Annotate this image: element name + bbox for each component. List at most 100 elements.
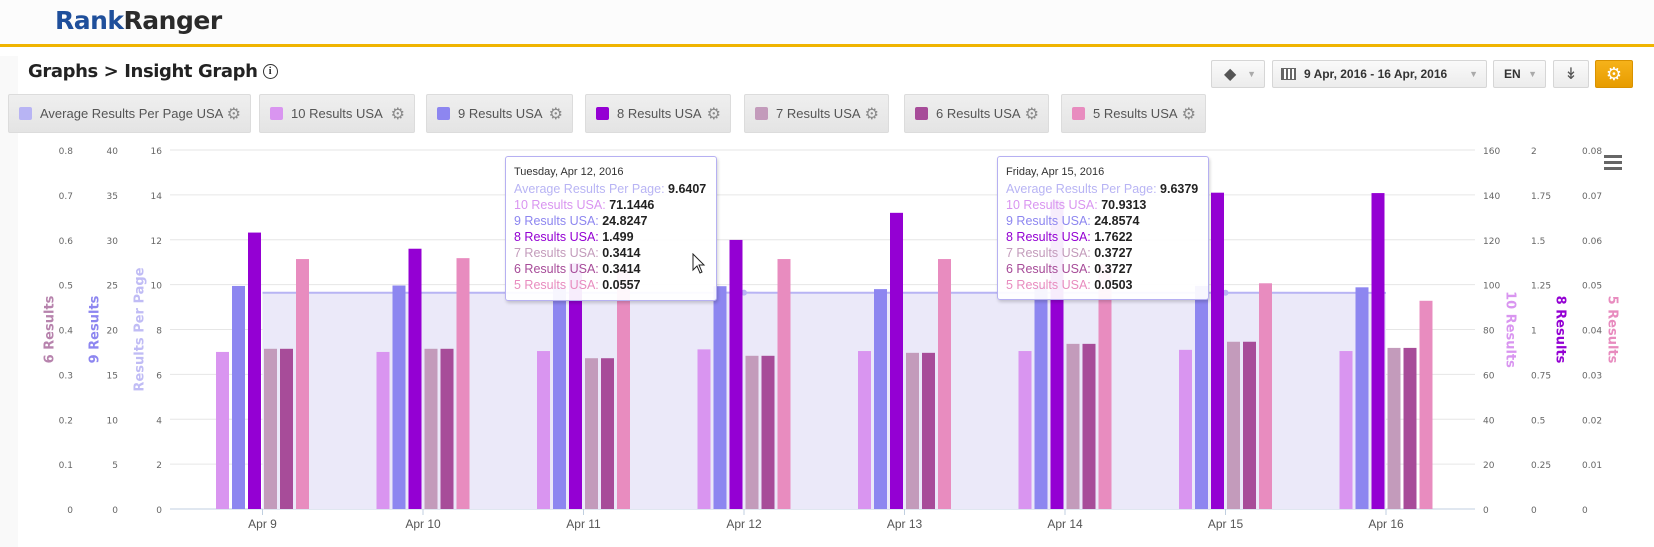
legend-chip-9-results[interactable]: 9 Results USA ⚙ [426,94,573,133]
gear-icon[interactable]: ⚙ [865,104,879,124]
bar-9-results-usa [1034,286,1048,509]
tooltip-series-label: 6 Results USA [1006,262,1088,276]
bar-5-results-usa [938,259,951,509]
bar-9-results-usa [713,286,727,509]
bar-7-results-usa [745,355,759,509]
axis-tick-label: 0.1 [59,461,73,471]
axis-tick-label: 15 [107,371,118,381]
bar-10-results-usa [1339,351,1353,509]
axis-tick-label: 120 [1483,237,1500,247]
gear-icon[interactable]: ⚙ [1025,104,1039,124]
bar-5-results-usa [617,268,630,509]
axis-tick-label: 160 [1483,147,1500,157]
x-tick-label: Apr 9 [248,517,277,531]
axis-tick-label: 0.2 [59,416,73,426]
tooltip-rows: Average Results Per Page: 9.6379 10 Resul… [1006,181,1200,293]
tooltip-series-label: 8 Results USA [514,230,596,244]
rankranger-logo[interactable]: RankRanger [55,6,222,35]
axis-title: 9 Results [88,295,103,363]
axis-title: 6 Results [43,295,58,363]
tooltip-series-value: 1.7622 [1094,230,1133,244]
bar-5-results-usa [456,258,470,509]
bar-7-results-usa [1227,341,1240,509]
axis-tick-label: 0.02 [1582,416,1602,426]
bar-5-results-usa [1098,264,1112,509]
bar-8-results-usa [729,239,743,509]
legend-chip-8-results[interactable]: 8 Results USA ⚙ [585,94,731,133]
axis-tick-label: 10 [107,416,119,426]
calendar-icon [1281,68,1296,80]
axis-title: Results Per Page [133,267,148,391]
bar-5-results-usa [1259,283,1272,509]
tooltip-row: 5 Results USA: 0.0503 [1006,278,1133,292]
tooltip-series-value: 0.3727 [1094,246,1133,260]
axis-tick-label: 1.25 [1531,282,1551,292]
axis-tick-label: 0 [1531,506,1537,516]
chevron-down-icon: ▼ [1469,69,1478,79]
axis-tick-label: 100 [1483,282,1500,292]
legend-chip-10-results[interactable]: 10 Results USA ⚙ [259,94,415,133]
axis-tick-label: 2 [156,461,162,471]
axis-tick-label: 16 [151,147,163,157]
tooltip-series-value: 9.6407 [668,182,707,196]
axis-title: 5 Results [1605,296,1620,364]
gear-icon[interactable]: ⚙ [549,104,563,124]
tooltip-series-label: Average Results Per Page [1006,182,1154,196]
breadcrumb: Graphs > Insight Graph i [28,61,278,82]
bar-6-results-usa [601,358,614,509]
chevron-down-icon: ▼ [1528,69,1537,79]
chart-menu-icon[interactable] [1604,155,1622,173]
axis-tick-label: 80 [1483,327,1495,337]
axis-tick-label: 0.6 [59,237,74,247]
legend-swatch [19,107,32,120]
legend-label: 7 Results USA [776,106,861,121]
bar-6-results-usa [761,355,775,509]
language-select[interactable]: EN ▼ [1493,60,1546,88]
chevron-down-icon: ▼ [1247,69,1256,79]
gear-icon[interactable]: ⚙ [227,104,241,124]
gear-icon[interactable]: ⚙ [707,104,721,124]
bar-8-results-usa [408,248,422,509]
bar-10-results-usa [1018,351,1032,509]
bar-10-results-usa [537,351,550,509]
axis-tick-label: 8 [156,327,162,337]
tooltip-series-label: Average Results Per Page [514,182,662,196]
header-divider [0,44,1654,47]
axis-tick-label: 0.25 [1531,461,1551,471]
gear-icon[interactable]: ⚙ [1182,104,1196,124]
tooltip-series-value: 0.3414 [602,246,641,260]
x-tick-label: Apr 12 [726,517,762,531]
legend-chip-average[interactable]: Average Results Per Page USA ⚙ [8,94,251,133]
settings-button[interactable]: ⚙ [1595,60,1633,88]
axis-tick-label: 0.75 [1531,371,1551,381]
tooltip-series-label: 6 Results USA [514,262,596,276]
bar-10-results-usa [858,351,871,509]
legend-label: 10 Results USA [291,106,383,121]
tooltip-row: 7 Results USA: 0.3727 [1006,246,1133,260]
info-icon[interactable]: i [262,64,278,79]
legend-chip-5-results[interactable]: 5 Results USA ⚙ [1061,94,1206,133]
date-range-picker[interactable]: 9 Apr, 2016 - 16 Apr, 2016 ▼ [1272,60,1487,88]
axis-tick-label: 25 [107,282,118,292]
bar-9-results-usa [1355,287,1369,509]
legend-chip-7-results[interactable]: 7 Results USA ⚙ [744,94,889,133]
bar-6-results-usa [1403,347,1417,509]
x-tick-label: Apr 14 [1047,517,1083,531]
tooltip-series-value: 0.0557 [602,278,641,292]
bar-9-results-usa [232,285,245,509]
x-tick-label: Apr 15 [1208,517,1244,531]
mouse-cursor-icon [692,253,706,274]
project-select-button[interactable]: ◆ ▼ [1211,60,1265,88]
gear-icon[interactable]: ⚙ [391,104,405,124]
legend-label: 9 Results USA [458,106,543,121]
tooltip-series-value: 24.8247 [602,214,648,228]
axis-tick-label: 1 [1531,327,1537,337]
bar-7-results-usa [906,352,919,509]
tooltip-row: Average Results Per Page: 9.6407 [514,182,707,196]
x-tick-label: Apr 13 [887,517,923,531]
axis-tick-label: 5 [112,461,118,471]
download-button[interactable]: ↡ [1553,60,1589,88]
legend-chip-6-results[interactable]: 6 Results USA ⚙ [904,94,1049,133]
tooltip-row: 6 Results USA: 0.3414 [514,262,641,276]
legend-swatch [915,107,928,120]
